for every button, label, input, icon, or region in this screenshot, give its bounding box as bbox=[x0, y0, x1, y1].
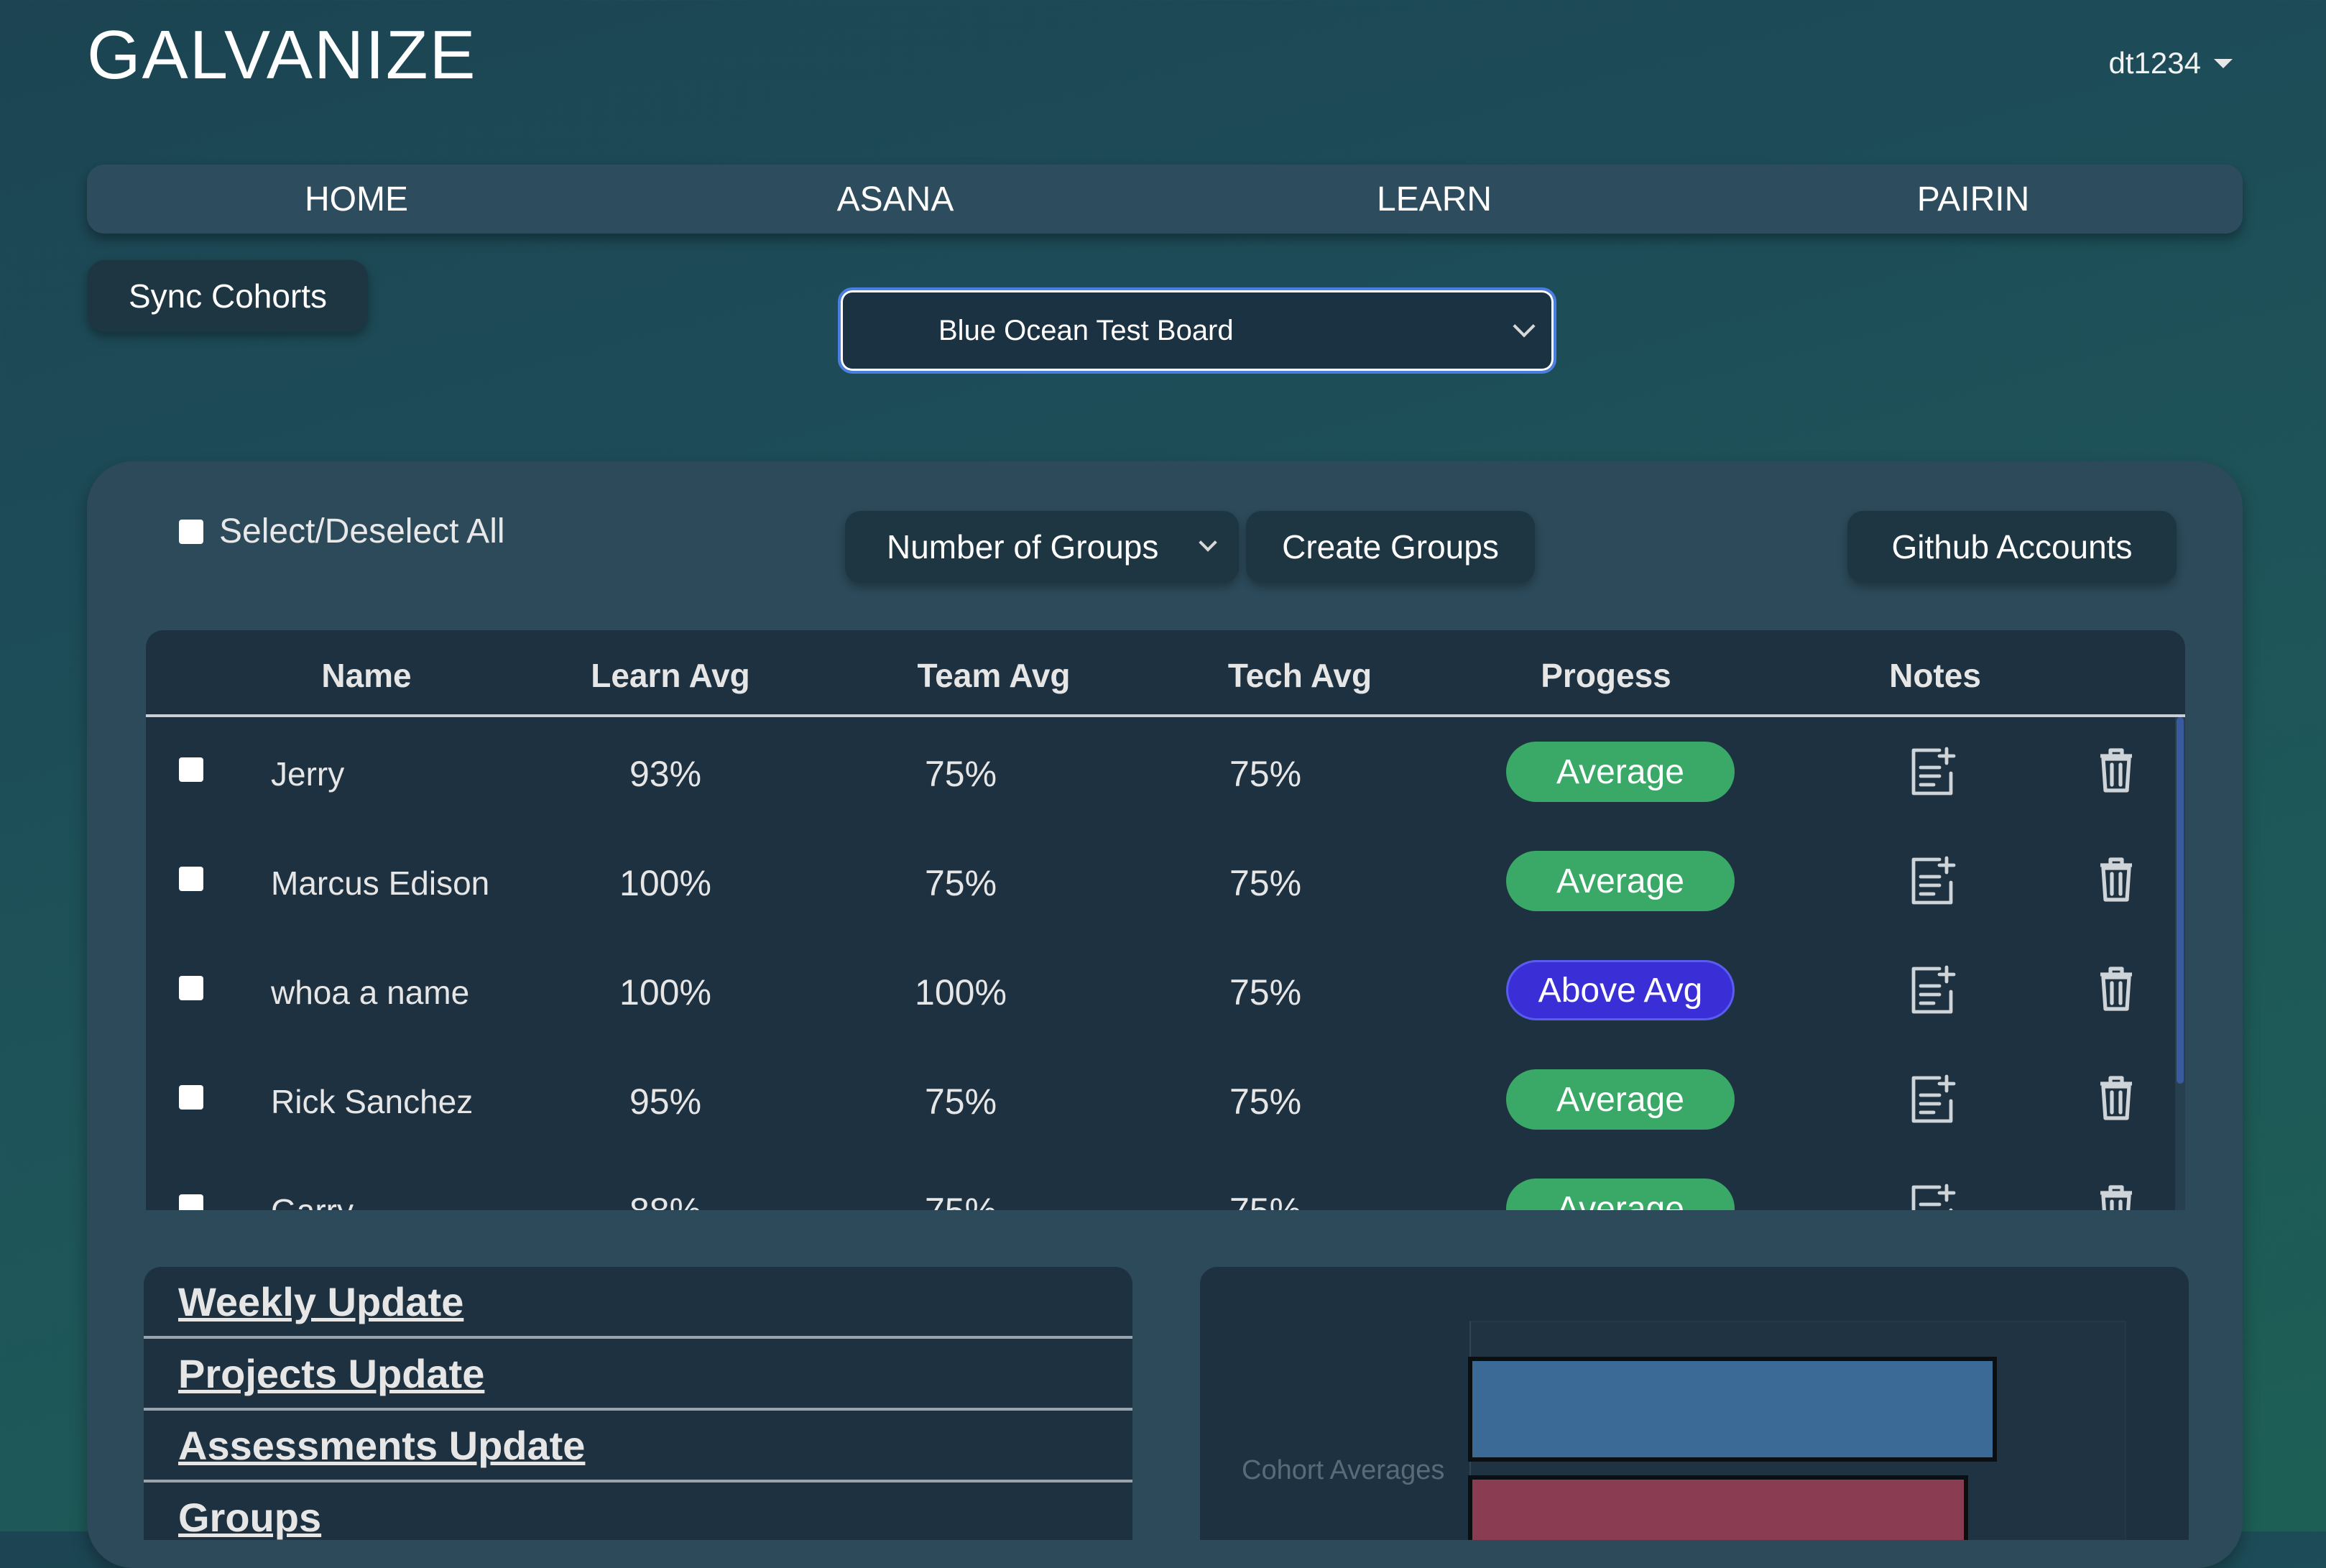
progress-badge: Above Avg bbox=[1506, 960, 1735, 1020]
nav-asana[interactable]: ASANA bbox=[626, 165, 1165, 234]
table-row: Jerry 93% 75% 75% Average bbox=[146, 717, 2185, 826]
progress-badge: Average bbox=[1506, 742, 1735, 802]
table-header: Name Learn Avg Team Avg Tech Avg Progess… bbox=[146, 630, 2185, 717]
header-notes: Notes bbox=[1889, 657, 1981, 694]
chart-bar-1 bbox=[1468, 1357, 1997, 1462]
github-accounts-button[interactable]: Github Accounts bbox=[1847, 511, 2177, 583]
student-name: Jerry bbox=[271, 755, 345, 793]
trash-icon[interactable] bbox=[2097, 857, 2135, 903]
create-groups-button[interactable]: Create Groups bbox=[1246, 511, 1535, 583]
student-name: Garry bbox=[271, 1191, 354, 1210]
row-checkbox[interactable] bbox=[179, 976, 203, 1000]
header-progress: Progess bbox=[1541, 657, 1671, 694]
sync-cohorts-button[interactable]: Sync Cohorts bbox=[88, 260, 368, 332]
team-avg: 75% bbox=[924, 863, 997, 903]
add-note-icon[interactable] bbox=[1908, 855, 1957, 907]
chevron-down-icon bbox=[1199, 533, 1217, 552]
student-name: Marcus Edison bbox=[271, 864, 490, 902]
trash-icon[interactable] bbox=[2097, 966, 2135, 1012]
number-of-groups-label: Number of Groups bbox=[887, 528, 1159, 566]
nav-pairin[interactable]: PAIRIN bbox=[1704, 165, 2243, 234]
chart-bar-2 bbox=[1468, 1475, 1968, 1540]
add-note-icon[interactable] bbox=[1908, 1183, 1957, 1210]
trash-icon[interactable] bbox=[2097, 747, 2135, 793]
tech-avg: 75% bbox=[1229, 863, 1302, 903]
progress-badge: Average bbox=[1506, 1179, 1735, 1210]
table-scrollbar[interactable] bbox=[2175, 717, 2185, 1210]
table-row: Rick Sanchez 95% 75% 75% Average bbox=[146, 1045, 2185, 1154]
row-checkbox[interactable] bbox=[179, 867, 203, 891]
student-name: Rick Sanchez bbox=[271, 1083, 474, 1120]
nav-home[interactable]: HOME bbox=[87, 165, 626, 234]
number-of-groups-select[interactable]: Number of Groups bbox=[845, 511, 1239, 583]
user-name: dt1234 bbox=[2108, 46, 2201, 80]
header-learn-avg: Learn Avg bbox=[591, 657, 750, 694]
team-avg: 75% bbox=[924, 754, 997, 794]
team-avg: 75% bbox=[925, 1190, 997, 1210]
top-navbar: HOME ASANA LEARN PAIRIN bbox=[87, 165, 2243, 234]
groups-link[interactable]: Groups bbox=[144, 1482, 1132, 1540]
header-team-avg: Team Avg bbox=[917, 657, 1071, 694]
row-checkbox[interactable] bbox=[179, 1085, 203, 1110]
team-avg: 100% bbox=[915, 972, 1007, 1013]
tech-avg: 75% bbox=[1229, 1082, 1302, 1122]
chart-axis-label: Cohort Averages bbox=[1242, 1455, 1444, 1485]
tech-avg: 75% bbox=[1229, 1190, 1301, 1210]
board-select-value: Blue Ocean Test Board bbox=[938, 314, 1234, 346]
learn-avg: 88% bbox=[629, 1190, 701, 1210]
team-avg: 75% bbox=[924, 1082, 997, 1122]
learn-avg: 100% bbox=[619, 863, 711, 903]
brand-logo-text: GALVANIZE bbox=[87, 17, 477, 93]
table-row: whoa a name 100% 100% 75% Above Avg bbox=[146, 936, 2185, 1045]
learn-avg: 93% bbox=[629, 754, 702, 794]
table-row: Garry 88% 75% 75% Average bbox=[146, 1154, 2185, 1210]
students-table: Name Learn Avg Team Avg Tech Avg Progess… bbox=[146, 630, 2185, 1210]
tech-avg: 75% bbox=[1229, 972, 1302, 1013]
table-row: Marcus Edison 100% 75% 75% Average bbox=[146, 826, 2185, 936]
weekly-update-link[interactable]: Weekly Update bbox=[144, 1267, 1132, 1339]
nav-learn[interactable]: LEARN bbox=[1165, 165, 1704, 234]
user-menu[interactable]: dt1234 bbox=[2109, 46, 2233, 80]
chevron-down-icon bbox=[1513, 315, 1536, 338]
cohort-averages-chart: Cohort Averages bbox=[1200, 1267, 2189, 1540]
trash-icon[interactable] bbox=[2097, 1075, 2135, 1121]
add-note-icon[interactable] bbox=[1908, 964, 1957, 1016]
scrollbar-thumb[interactable] bbox=[2177, 717, 2184, 1084]
assessments-update-link[interactable]: Assessments Update bbox=[144, 1411, 1132, 1482]
student-name: whoa a name bbox=[271, 974, 470, 1011]
select-all-label: Select/Deselect All bbox=[219, 512, 505, 550]
learn-avg: 100% bbox=[619, 972, 711, 1013]
progress-badge: Average bbox=[1506, 1069, 1735, 1130]
select-all-control[interactable]: Select/Deselect All bbox=[179, 512, 505, 551]
add-note-icon[interactable] bbox=[1908, 1074, 1957, 1125]
updates-menu: Weekly Update Projects Update Assessment… bbox=[144, 1267, 1132, 1540]
header-tech-avg: Tech Avg bbox=[1227, 657, 1372, 694]
board-select[interactable]: Blue Ocean Test Board bbox=[838, 287, 1556, 374]
row-checkbox[interactable] bbox=[179, 757, 203, 782]
caret-down-icon bbox=[2214, 58, 2233, 68]
projects-update-link[interactable]: Projects Update bbox=[144, 1339, 1132, 1411]
tech-avg: 75% bbox=[1229, 754, 1302, 794]
header-name: Name bbox=[321, 657, 412, 694]
chart-svg: Cohort Averages bbox=[1242, 1321, 2126, 1540]
learn-avg: 95% bbox=[629, 1082, 702, 1122]
select-all-checkbox[interactable] bbox=[179, 519, 203, 544]
trash-icon[interactable] bbox=[2097, 1184, 2135, 1210]
progress-badge: Average bbox=[1506, 851, 1735, 911]
add-note-icon[interactable] bbox=[1908, 746, 1957, 798]
row-checkbox[interactable] bbox=[179, 1194, 203, 1210]
